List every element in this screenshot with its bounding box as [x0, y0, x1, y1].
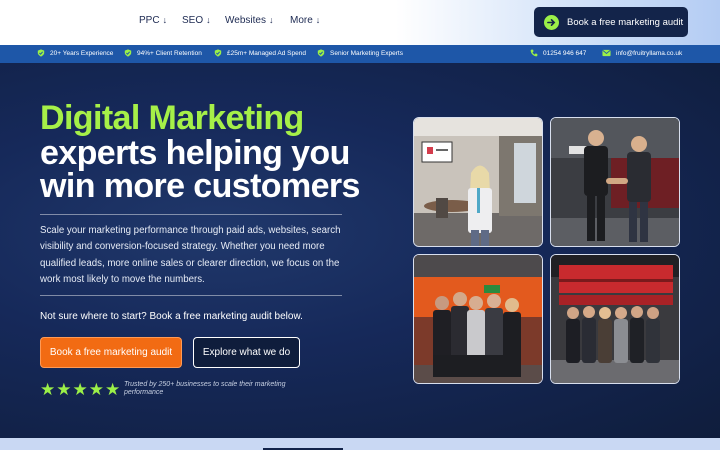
star-icon: ★ — [56, 380, 72, 399]
hero-subtext: Not sure where to start? Book a free mar… — [40, 311, 303, 322]
star-icon: ★ — [88, 380, 104, 399]
shield-check-icon — [317, 49, 325, 57]
nav-item-websites[interactable]: Websites ↓ — [225, 15, 273, 26]
chevron-down-icon: ↓ — [206, 15, 211, 25]
team-photo-group-warehouse — [550, 254, 680, 384]
star-icon: ★ — [105, 380, 121, 399]
hero-title-line3: win more customers — [40, 167, 360, 205]
shield-check-icon — [124, 49, 132, 57]
phone-icon — [530, 49, 538, 57]
shield-check-icon — [37, 49, 45, 57]
arrow-right-icon — [544, 14, 559, 30]
chevron-down-icon: ↓ — [268, 15, 274, 25]
star-icon: ★ — [72, 380, 88, 399]
badge-ad-spend: £25m+ Managed Ad Spend — [214, 49, 306, 57]
mail-icon — [602, 49, 611, 57]
phone-number: 01254 946 647 — [543, 49, 587, 57]
trust-text: Trusted by 250+ businesses to scale thei… — [124, 381, 286, 396]
team-photo-group-office — [413, 254, 543, 384]
star-icon: ★ — [40, 380, 56, 399]
hero-section: Digital Marketing experts helping you wi… — [0, 63, 720, 438]
divider — [40, 214, 342, 215]
nav-item-seo[interactable]: SEO ↓ — [182, 15, 211, 26]
divider — [40, 295, 342, 296]
book-audit-button[interactable]: Book a free marketing audit — [40, 337, 182, 368]
trust-strip: 20+ Years Experience 94%+ Client Retenti… — [0, 45, 720, 63]
chevron-down-icon: ↓ — [162, 15, 168, 25]
hero-title-line2: experts helping you — [40, 134, 350, 172]
badge-label: 94%+ Client Retention — [137, 49, 202, 57]
nav-item-label: SEO — [182, 15, 204, 26]
next-section-edge — [0, 438, 720, 450]
book-audit-header-button[interactable]: Book a free marketing audit — [534, 7, 688, 37]
badge-label: 20+ Years Experience — [50, 49, 114, 57]
top-navigation: PPC ↓ SEO ↓ Websites ↓ More ↓ Book a free ma… — [0, 0, 720, 45]
nav-item-label: Websites — [225, 15, 266, 26]
email-link[interactable]: info@fruitryllama.co.uk — [602, 49, 682, 57]
nav-item-ppc[interactable]: PPC ↓ — [139, 15, 167, 26]
chevron-down-icon: ↓ — [315, 15, 321, 25]
book-audit-header-label: Book a free marketing audit — [567, 16, 684, 28]
badge-experience: 20+ Years Experience — [37, 49, 113, 57]
badge-label: £25m+ Managed Ad Spend — [227, 49, 306, 57]
nav-item-label: PPC — [139, 15, 160, 26]
badge-label: Senior Marketing Experts — [330, 49, 403, 57]
explore-services-button[interactable]: Explore what we do — [193, 337, 300, 368]
nav-item-label: More — [290, 15, 313, 26]
hero-description: Scale your marketing performance through… — [40, 225, 341, 285]
badge-retention: 94%+ Client Retention — [124, 49, 202, 57]
phone-link[interactable]: 01254 946 647 — [530, 49, 586, 57]
email-address: info@fruitryllama.co.uk — [616, 49, 683, 57]
team-photo-handshake — [550, 117, 680, 247]
team-photo-office — [413, 117, 543, 247]
rating-stars: ★ ★ ★ ★ ★ — [40, 381, 121, 398]
hero-title-line1: Digital Marketing — [40, 99, 304, 137]
nav-item-more[interactable]: More ↓ — [290, 15, 320, 26]
badge-experts: Senior Marketing Experts — [317, 49, 403, 57]
shield-check-icon — [214, 49, 222, 57]
